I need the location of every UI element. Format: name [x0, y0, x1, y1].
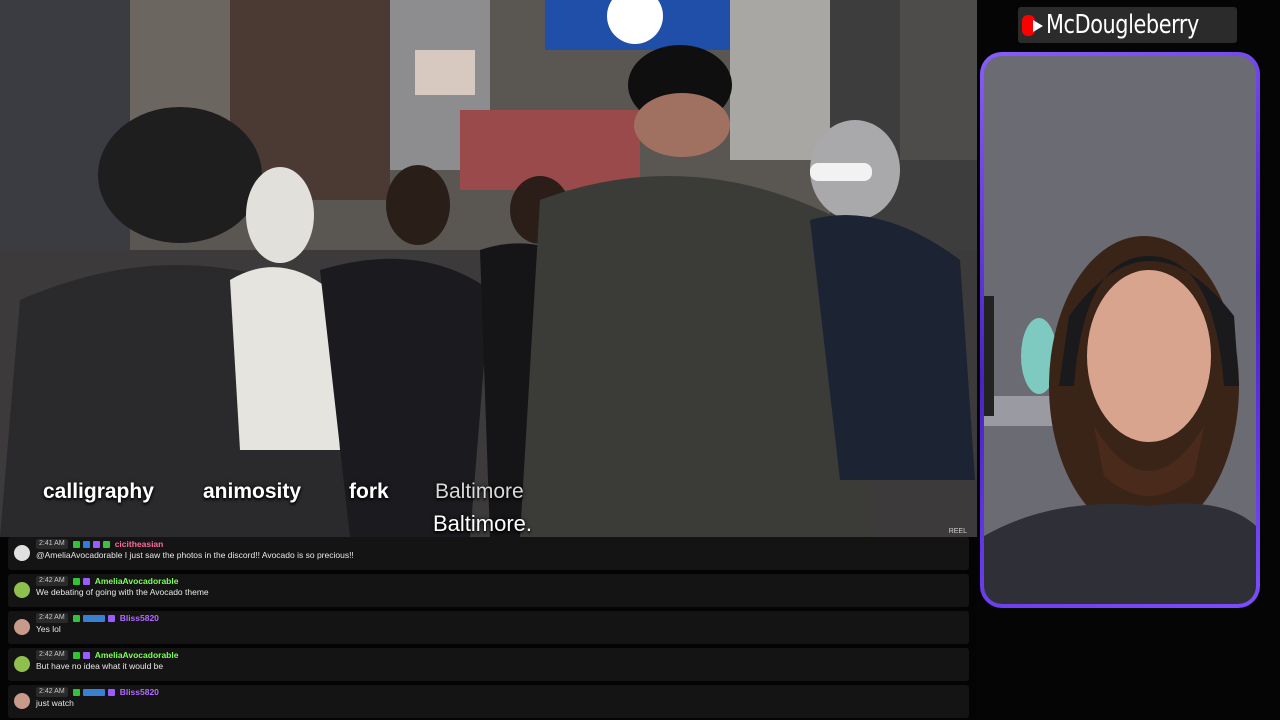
webcam-frame	[980, 52, 1260, 608]
avocado-avatar-icon	[14, 656, 30, 672]
chat-message: 2:42 AM AmeliaAvocadorable But have no i…	[8, 648, 969, 681]
message-timestamp: 2:42 AM	[36, 650, 68, 660]
mod-badge-icon	[72, 651, 80, 659]
chat-message-text: We debating of going with the Avocado th…	[36, 587, 209, 597]
youtube-logo-icon	[1022, 14, 1043, 36]
emote-badge-icon	[82, 614, 105, 622]
chat-username[interactable]: cicitheasian	[115, 539, 164, 549]
chat-message: 2:42 AM Bliss5820 just watch	[8, 685, 969, 718]
chat-message: 2:42 AM AmeliaAvocadorable We debating o…	[8, 574, 969, 607]
message-timestamp: 2:41 AM	[36, 539, 68, 549]
chat-username[interactable]: Bliss5820	[120, 613, 159, 623]
sub-badge-icon	[92, 540, 100, 548]
video-scene	[0, 0, 977, 537]
sub-badge-icon	[107, 688, 115, 696]
mod-badge-icon	[72, 614, 80, 622]
message-timestamp: 2:42 AM	[36, 576, 68, 586]
vip-badge-icon	[82, 540, 90, 548]
word-fork: fork	[349, 480, 389, 503]
channel-name: McDougleberry	[1045, 10, 1199, 40]
chat-username[interactable]: Bliss5820	[120, 687, 159, 697]
stream-layout: calligraphy animosity fork Baltimore Bal…	[0, 0, 1280, 720]
word-calligraphy: calligraphy	[43, 480, 154, 503]
message-timestamp: 2:42 AM	[36, 687, 68, 697]
chat-username[interactable]: AmeliaAvocadorable	[95, 650, 179, 660]
sub-badge-icon	[82, 651, 90, 659]
webcam-scene	[984, 56, 1256, 604]
chat-message-text: Yes lol	[36, 624, 61, 634]
video-subtitle: Baltimore.	[433, 511, 533, 536]
user-avatar-icon	[14, 693, 30, 709]
word-animosity: animosity	[203, 480, 302, 503]
chat-message-text: @AmeliaAvocadorable I just saw the photo…	[36, 550, 354, 560]
word-list: calligraphy animosity fork Baltimore	[0, 480, 977, 510]
video-watermark: REEL	[948, 528, 967, 535]
emote-badge-icon	[82, 688, 105, 696]
chat-message-text: But have no idea what it would be	[36, 661, 164, 671]
chat-message-text: just watch	[36, 698, 74, 708]
webcam-feed	[984, 56, 1256, 604]
mod-badge-icon	[72, 577, 80, 585]
mod-badge-icon	[72, 688, 80, 696]
sub-badge-icon	[82, 577, 90, 585]
mod-badge-icon	[72, 540, 80, 548]
avocado-avatar-icon	[14, 582, 30, 598]
chat-username[interactable]: AmeliaAvocadorable	[95, 576, 179, 586]
message-timestamp: 2:42 AM	[36, 613, 68, 623]
word-baltimore: Baltimore	[435, 480, 524, 503]
chat-message: 2:42 AM Bliss5820 Yes lol	[8, 611, 969, 644]
chat-log: 2:41 AM cicitheasian @AmeliaAvocadorable…	[8, 537, 969, 720]
video-player[interactable]: calligraphy animosity fork Baltimore Bal…	[0, 0, 977, 537]
user-avatar-icon	[14, 545, 30, 561]
user-avatar-icon	[14, 619, 30, 635]
chat-message: 2:41 AM cicitheasian @AmeliaAvocadorable…	[8, 537, 969, 570]
streamer-panel: McDougleberry	[977, 0, 1280, 720]
gift-badge-icon	[102, 540, 110, 548]
channel-banner[interactable]: McDougleberry	[1018, 7, 1237, 43]
sub-badge-icon	[107, 614, 115, 622]
